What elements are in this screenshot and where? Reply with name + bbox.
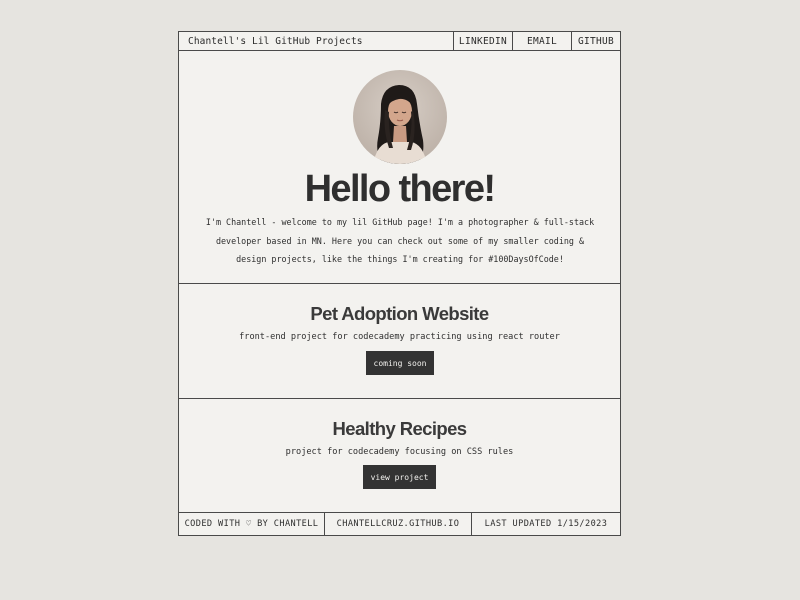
page-card: Chantell's Lil GitHub Projects LINKEDIN …	[178, 31, 621, 536]
site-title: Chantell's Lil GitHub Projects	[188, 35, 363, 47]
top-nav: Chantell's Lil GitHub Projects LINKEDIN …	[179, 32, 620, 51]
hero-heading: Hello there!	[304, 168, 496, 210]
hero-intro-text: I'm Chantell - welcome to my lil GitHub …	[205, 217, 595, 264]
footer-last-updated: LAST UPDATED 1/15/2023	[484, 519, 608, 529]
project-title: Pet Adoption Website	[310, 303, 489, 324]
nav-linkedin-link[interactable]: LINKEDIN	[453, 32, 512, 50]
coming-soon-button[interactable]: coming soon	[366, 351, 434, 375]
footer-site-link[interactable]: CHANTELLCRUZ.GITHUB.IO	[324, 513, 472, 535]
project-description: front-end project for codecademy practic…	[239, 332, 560, 342]
project-title: Healthy Recipes	[332, 418, 468, 439]
profile-photo	[353, 70, 447, 164]
nav-github-link[interactable]: GITHUB	[571, 32, 620, 50]
hero-section: Hello there! I'm Chantell - welcome to m…	[179, 51, 620, 284]
project-card-healthy-recipes: Healthy Recipes project for codecademy f…	[179, 399, 620, 513]
view-project-button[interactable]: view project	[363, 465, 436, 489]
project-card-pet-adoption: Pet Adoption Website front-end project f…	[179, 284, 620, 399]
project-description: project for codecademy focusing on CSS r…	[285, 447, 514, 457]
footer: CODED WITH ♡ BY CHANTELL CHANTELLCRUZ.GI…	[179, 513, 620, 535]
nav-email-link[interactable]: EMAIL	[512, 32, 571, 50]
profile-photo-graphic	[353, 70, 447, 164]
footer-credit: CODED WITH ♡ BY CHANTELL	[184, 519, 319, 529]
